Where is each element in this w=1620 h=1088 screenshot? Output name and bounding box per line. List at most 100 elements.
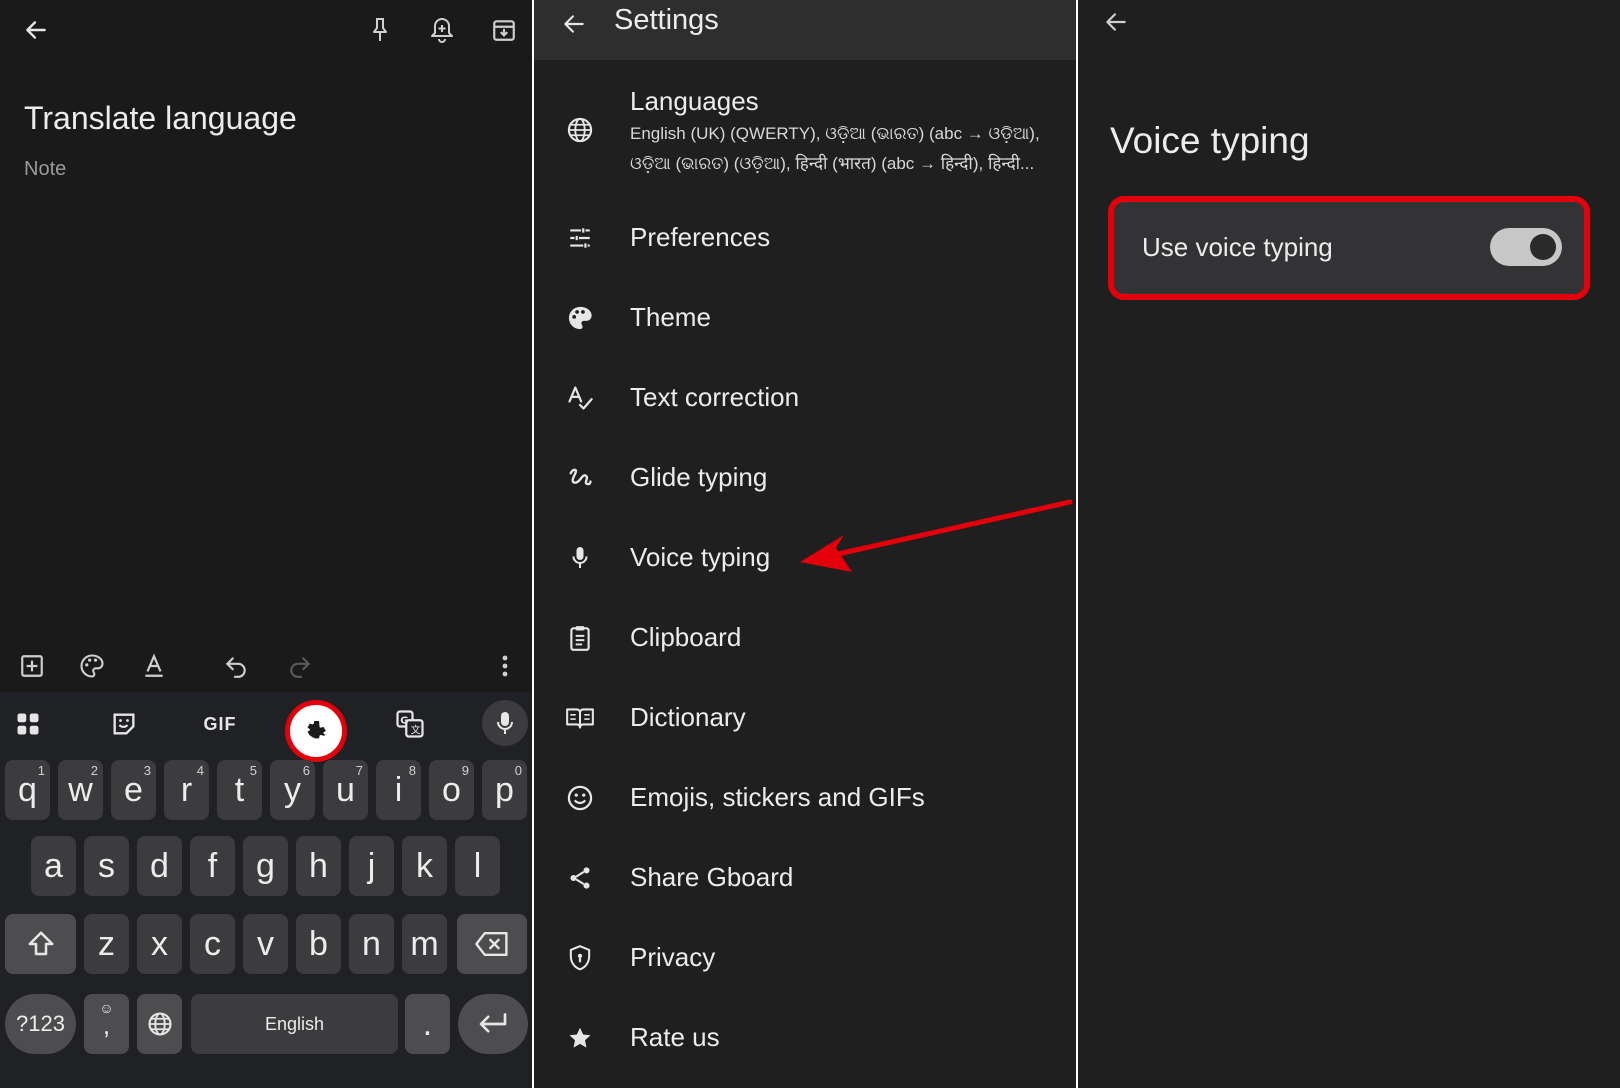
palette-icon[interactable] bbox=[74, 648, 110, 684]
settings-item-label: Languages bbox=[630, 86, 759, 116]
pin-icon[interactable] bbox=[362, 12, 398, 48]
settings-gear-icon[interactable] bbox=[296, 711, 336, 751]
settings-item-languages[interactable]: Languages English (UK) (QWERTY), ଓଡ଼ିଆ (… bbox=[534, 80, 1076, 190]
settings-item-label: Preferences bbox=[630, 222, 771, 252]
key-p[interactable]: p0 bbox=[482, 760, 527, 820]
emoji-icon bbox=[564, 782, 596, 814]
reminder-bell-icon[interactable] bbox=[424, 12, 460, 48]
back-arrow-icon[interactable] bbox=[18, 12, 54, 48]
archive-icon[interactable] bbox=[486, 12, 522, 48]
globe-icon bbox=[564, 114, 596, 146]
settings-item-label: Emojis, stickers and GIFs bbox=[630, 782, 925, 812]
keyboard-toolbar: GIF G文 bbox=[0, 692, 532, 762]
settings-item-emojis[interactable]: Emojis, stickers and GIFs bbox=[534, 758, 1076, 838]
settings-panel: Settings Languages English (UK) (QWERTY)… bbox=[534, 0, 1076, 1088]
shield-icon bbox=[564, 942, 596, 974]
settings-item-preferences[interactable]: Preferences bbox=[534, 198, 1076, 278]
key-a[interactable]: a bbox=[31, 836, 76, 896]
settings-item-share-gboard[interactable]: Share Gboard bbox=[534, 838, 1076, 918]
key-d[interactable]: d bbox=[137, 836, 182, 896]
key-v[interactable]: v bbox=[243, 914, 288, 974]
back-arrow-icon[interactable] bbox=[556, 6, 592, 42]
settings-item-label: Glide typing bbox=[630, 462, 768, 492]
mic-icon bbox=[564, 542, 596, 574]
voice-typing-panel: Voice typing Use voice typing bbox=[1078, 0, 1620, 1088]
backspace-icon bbox=[475, 931, 508, 956]
settings-item-privacy[interactable]: Privacy bbox=[534, 918, 1076, 998]
note-title[interactable]: Translate language bbox=[24, 100, 297, 137]
key-r[interactable]: r4 bbox=[164, 760, 209, 820]
settings-item-theme[interactable]: Theme bbox=[534, 278, 1076, 358]
enter-icon bbox=[479, 1013, 507, 1033]
key-i[interactable]: i8 bbox=[376, 760, 421, 820]
settings-item-rate-us[interactable]: Rate us bbox=[534, 998, 1076, 1078]
key-x[interactable]: x bbox=[137, 914, 182, 974]
note-body-placeholder[interactable]: Note bbox=[24, 158, 66, 181]
key-o[interactable]: o9 bbox=[429, 760, 474, 820]
tune-sliders-icon bbox=[564, 222, 596, 254]
key-t[interactable]: t5 bbox=[217, 760, 262, 820]
key-e[interactable]: e3 bbox=[111, 760, 156, 820]
key-y[interactable]: y6 bbox=[270, 760, 315, 820]
redo-icon bbox=[282, 648, 318, 684]
gesture-icon bbox=[564, 462, 596, 494]
globe-icon bbox=[147, 1012, 172, 1036]
key-w[interactable]: w2 bbox=[58, 760, 103, 820]
key-k[interactable]: k bbox=[402, 836, 447, 896]
key-h[interactable]: h bbox=[296, 836, 341, 896]
apps-grid-icon[interactable] bbox=[8, 704, 48, 744]
emoji-comma-key[interactable]: ☺ , bbox=[84, 994, 129, 1054]
gboard-keyboard: GIF G文 q1 w2 e3 r4 t5 y6 u7 i8 o9 p0 a s… bbox=[0, 692, 532, 1088]
key-j[interactable]: j bbox=[349, 836, 394, 896]
key-b[interactable]: b bbox=[296, 914, 341, 974]
settings-item-label: Dictionary bbox=[630, 702, 746, 732]
back-arrow-icon[interactable] bbox=[1098, 4, 1134, 40]
share-icon bbox=[564, 862, 596, 894]
page-title: Settings bbox=[614, 4, 719, 36]
clipboard-icon bbox=[564, 622, 596, 654]
key-s[interactable]: s bbox=[84, 836, 129, 896]
toggle-knob bbox=[1530, 234, 1556, 260]
gif-button[interactable]: GIF bbox=[196, 704, 244, 744]
space-bar[interactable]: English bbox=[191, 994, 398, 1054]
key-n[interactable]: n bbox=[349, 914, 394, 974]
settings-item-label: Rate us bbox=[630, 1022, 720, 1052]
key-c[interactable]: c bbox=[190, 914, 235, 974]
languages-summary-line1: English (UK) (QWERTY), ଓଡ଼ିଆ (ଭାରତ) (abc… bbox=[630, 124, 1040, 143]
settings-app-bar: Settings bbox=[534, 0, 1076, 60]
key-z[interactable]: z bbox=[84, 914, 129, 974]
mic-icon[interactable] bbox=[482, 700, 528, 746]
symbols-key[interactable]: ?123 bbox=[5, 994, 76, 1054]
settings-item-text-correction[interactable]: Text correction bbox=[534, 358, 1076, 438]
star-icon bbox=[564, 1022, 596, 1054]
key-g[interactable]: g bbox=[243, 836, 288, 896]
use-voice-typing-label: Use voice typing bbox=[1142, 232, 1333, 262]
settings-item-label: Theme bbox=[630, 302, 711, 332]
shift-icon bbox=[28, 931, 53, 956]
backspace-key[interactable] bbox=[457, 914, 527, 974]
translate-icon[interactable]: G文 bbox=[390, 704, 430, 744]
key-f[interactable]: f bbox=[190, 836, 235, 896]
language-globe-key[interactable] bbox=[137, 994, 182, 1054]
settings-item-clipboard[interactable]: Clipboard bbox=[534, 598, 1076, 678]
undo-icon[interactable] bbox=[218, 648, 254, 684]
key-l[interactable]: l bbox=[455, 836, 500, 896]
key-u[interactable]: u7 bbox=[323, 760, 368, 820]
use-voice-typing-row[interactable]: Use voice typing bbox=[1108, 196, 1590, 300]
period-key[interactable]: . bbox=[405, 994, 450, 1054]
text-format-icon[interactable] bbox=[136, 648, 172, 684]
key-m[interactable]: m bbox=[402, 914, 447, 974]
shift-key[interactable] bbox=[5, 914, 76, 974]
svg-text:文: 文 bbox=[411, 723, 421, 736]
svg-text:G: G bbox=[400, 715, 408, 726]
spellcheck-icon bbox=[564, 382, 596, 414]
enter-key[interactable] bbox=[458, 994, 528, 1054]
settings-item-dictionary[interactable]: Dictionary bbox=[534, 678, 1076, 758]
add-box-icon[interactable] bbox=[14, 648, 50, 684]
use-voice-typing-toggle[interactable] bbox=[1490, 228, 1562, 266]
key-q[interactable]: q1 bbox=[5, 760, 50, 820]
settings-item-label: Voice typing bbox=[630, 542, 771, 572]
languages-summary-line2: ଓଡ଼ିଆ (ଭାରତ) (ଓଡ଼ିଆ), हिन्दी (भारत) (abc… bbox=[630, 154, 1035, 173]
sticker-icon[interactable] bbox=[104, 704, 144, 744]
more-vert-icon[interactable] bbox=[490, 648, 520, 684]
